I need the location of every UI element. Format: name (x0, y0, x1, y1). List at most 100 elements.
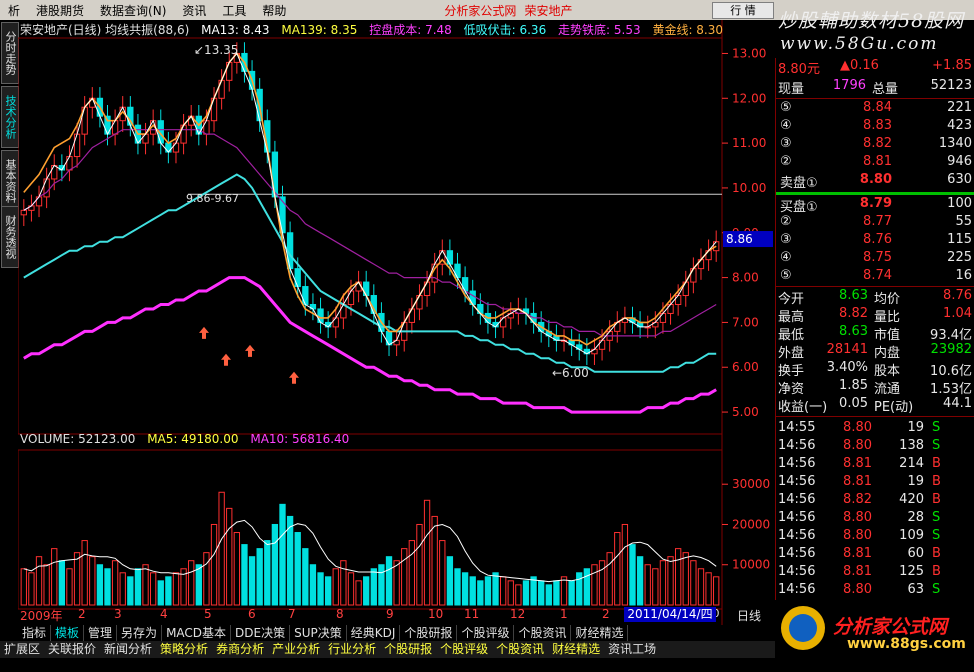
bid-ask-divider (776, 192, 974, 195)
bottom-function-tab[interactable]: 个股评级 (436, 641, 492, 658)
tick-side: S (932, 528, 941, 543)
menu-item-help[interactable]: 帮助 (254, 2, 294, 19)
indicator-tab[interactable]: SUP决策 (290, 625, 347, 641)
tab-intraday[interactable]: 分时走势 (1, 22, 19, 84)
volume-bar (157, 580, 164, 606)
volume-bar (568, 580, 575, 606)
bottom-function-tab[interactable]: 产业分析 (268, 641, 324, 658)
volume-bar (264, 540, 271, 606)
divider (776, 98, 974, 99)
quote-panel: 8.80元 ▲0.16 +1.85 现量 1796 总量 52123 ⑤ 8.84 221 ④ 8.8… (775, 58, 974, 641)
bottom-function-tab[interactable]: 个股资讯 (492, 641, 548, 658)
period-label[interactable]: 日线 (737, 607, 761, 624)
tick-side: B (932, 492, 941, 507)
menu-item-hk-futures[interactable]: 港股期货 (28, 2, 92, 19)
indicator-tab[interactable]: 个股评级 (457, 625, 515, 641)
stat-label: 量比 (874, 310, 901, 325)
candle-body (294, 268, 301, 288)
bottom-function-tab[interactable]: 策略分析 (156, 641, 212, 658)
bottom-function-tab[interactable]: 行业分析 (324, 641, 380, 658)
volume-bar (416, 523, 423, 606)
menu-item-tools[interactable]: 工具 (214, 2, 254, 19)
tab-fundamentals[interactable]: 基本资料 (1, 150, 19, 212)
indicator-tab[interactable]: 个股研报 (400, 625, 458, 641)
stat-value: 1.53亿 (930, 382, 972, 397)
stat-value: 0.05 (839, 396, 868, 411)
volume-bar (461, 572, 469, 606)
volume-bar (286, 515, 294, 606)
tick-time: 14:56 (778, 510, 816, 525)
volume-bar (127, 576, 134, 606)
logo-text: 分析家公式网 (833, 616, 948, 638)
chart-area[interactable]: 5.006.007.008.009.0010.0011.0012.0013.00… (17, 20, 775, 625)
candle-body (446, 250, 454, 265)
tick-time: 14:56 (778, 438, 816, 453)
kline-chart[interactable]: 5.006.007.008.009.0010.0011.0012.0013.00… (17, 20, 775, 625)
tick-price: 8.81 (843, 456, 872, 471)
volume-bar (51, 548, 58, 606)
stat-value: 28141 (826, 342, 868, 357)
bottom-function-tab[interactable]: 财经精选 (548, 641, 604, 658)
tab-financials[interactable]: 财务透视 (1, 206, 19, 268)
price-marker-label: 8.86 (726, 232, 753, 246)
bid-row: ④ 8.75 225 (776, 250, 974, 268)
brand-line-1: 炒股輔助数材58股网 (778, 10, 965, 32)
candle-body (302, 286, 309, 305)
bid-volume: 16 (955, 268, 972, 283)
tick-time: 14:56 (778, 564, 816, 579)
tab-technical[interactable]: 技术分析 (1, 86, 19, 148)
volume-bar (682, 552, 689, 606)
volume-bar (538, 580, 545, 606)
level: ② (780, 154, 792, 169)
stat-label: 市值 (874, 328, 901, 343)
volume-bar (629, 544, 636, 606)
bottom-function-tab[interactable]: 新闻分析 (100, 641, 156, 658)
candle-body (43, 178, 50, 198)
volume-bar (248, 556, 256, 606)
bottom-function-tab[interactable]: 券商分析 (212, 641, 268, 658)
volume-bar (705, 572, 712, 606)
level: 买盘① (780, 200, 818, 215)
volume-bar (636, 556, 644, 606)
bottom-strip (0, 658, 974, 672)
volume-bar (423, 499, 431, 606)
indicator-tab[interactable]: 模板 (51, 625, 85, 641)
candle-body (461, 277, 469, 292)
time-label: 4 (160, 607, 168, 621)
bottom-function-tab[interactable]: 关联报价 (44, 641, 100, 658)
bottom-function-tab[interactable]: 资讯工场 (604, 641, 660, 658)
stat-row: 最低 8.63 市值 93.4亿 (776, 324, 974, 343)
volume-bar (43, 564, 50, 606)
volume-bar (454, 568, 461, 606)
indicator-tab[interactable]: 管理 (84, 625, 118, 641)
low-annotation: ←6.00 (552, 366, 589, 380)
last-price: 8.80元 (778, 62, 820, 77)
bottom-function-tab[interactable]: 个股研报 (380, 641, 436, 658)
ask-volume: 423 (947, 118, 972, 133)
indicator-tab[interactable]: DDE决策 (231, 625, 291, 641)
indicator-tab[interactable]: 另存为 (117, 625, 163, 641)
menu-item-analysis[interactable]: 析 (0, 2, 28, 19)
candle-body (172, 142, 180, 153)
indicator-tab[interactable]: 指标 (18, 625, 52, 641)
indicator-tab[interactable]: 个股资讯 (514, 625, 572, 641)
tick-price: 8.81 (843, 474, 872, 489)
bid-price: 8.75 (863, 250, 892, 265)
menu-item-data-query[interactable]: 数据查询(N) (92, 2, 174, 19)
volume-bar (104, 568, 111, 606)
indicator-tab[interactable]: 经典KDJ (347, 625, 401, 641)
time-label: 1 (560, 607, 568, 621)
menu-item-news[interactable]: 资讯 (174, 2, 214, 19)
tick-volume: 138 (899, 438, 924, 453)
bottom-function-tab[interactable]: 扩展区 (0, 641, 44, 658)
indicator-tab[interactable]: MACD基本 (162, 625, 232, 641)
volume-bar (621, 523, 629, 606)
level: ② (780, 214, 792, 229)
tick-price: 8.81 (843, 564, 872, 579)
tick-time: 14:56 (778, 456, 816, 471)
volume-bar (317, 572, 324, 606)
volume-bar (492, 572, 499, 606)
divider (776, 416, 974, 417)
indicator-tab[interactable]: 财经精选 (571, 625, 629, 641)
volume-bar (545, 584, 552, 606)
